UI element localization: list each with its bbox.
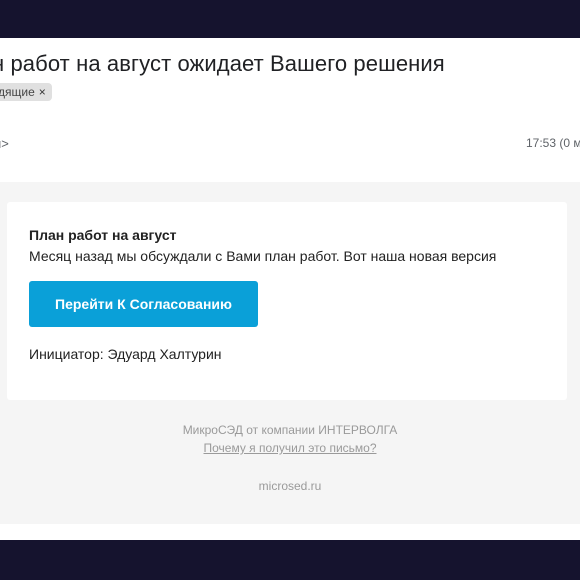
footer-domain: microsed.ru bbox=[258, 479, 322, 493]
email-body: План работ на август Месяц назад мы обсу… bbox=[0, 182, 580, 524]
top-frame-bar bbox=[0, 0, 580, 38]
message-card: План работ на август Месяц назад мы обсу… bbox=[7, 202, 567, 400]
label-chip[interactable]: дящие × bbox=[0, 83, 52, 101]
card-text: Месяц назад мы обсуждали с Вами план раб… bbox=[29, 248, 497, 264]
footer-why: Почему я получил это письмо? bbox=[0, 441, 580, 455]
why-received-link[interactable]: Почему я получил это письмо? bbox=[204, 441, 377, 455]
card-title: План работ на август bbox=[29, 227, 177, 243]
label-chip-text: дящие bbox=[0, 85, 35, 99]
approve-button[interactable]: Перейти К Согласованию bbox=[29, 281, 258, 327]
sender-address: u> bbox=[0, 136, 9, 151]
footer-company: МикроСЭД от компании ИНТЕРВОЛГА bbox=[182, 423, 398, 437]
email-timestamp: 17:53 (0 м bbox=[526, 136, 580, 150]
initiator-text: Инициатор: Эдуард Халтурин bbox=[29, 346, 222, 362]
email-view: н работ на август ожидает Вашего решения… bbox=[0, 38, 580, 540]
close-icon[interactable]: × bbox=[39, 86, 46, 98]
bottom-frame-bar bbox=[0, 540, 580, 580]
email-subject: н работ на август ожидает Вашего решения bbox=[0, 51, 445, 76]
